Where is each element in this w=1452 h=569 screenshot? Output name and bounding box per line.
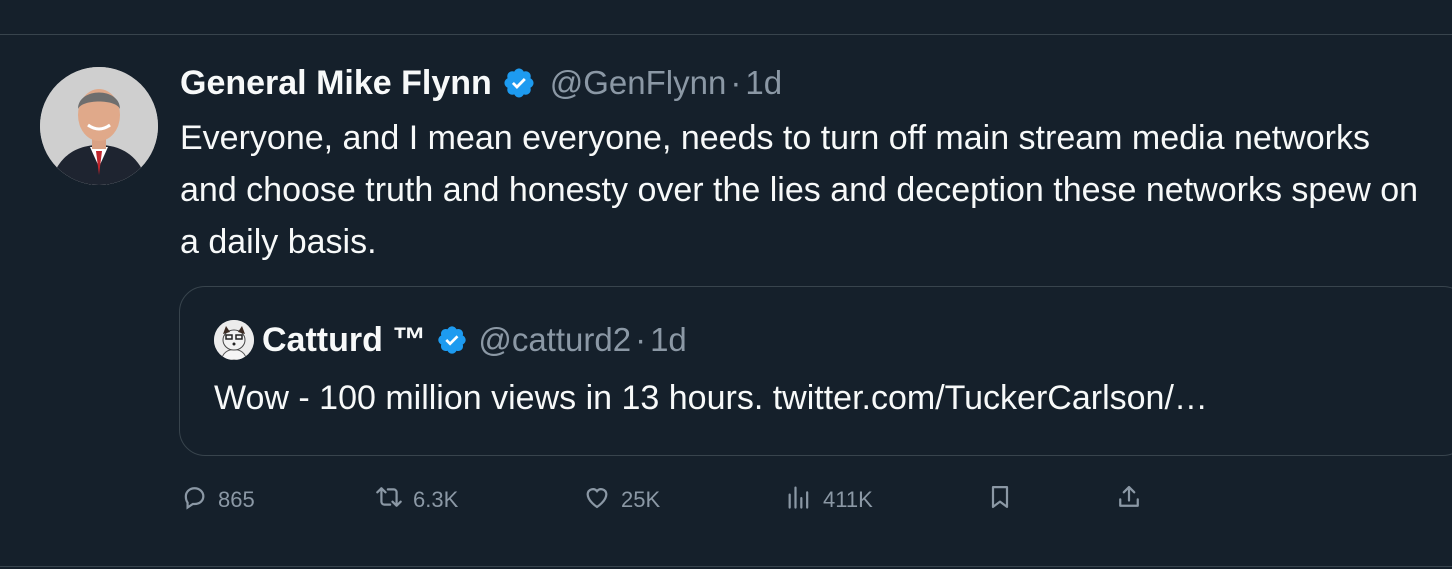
quoted-author-name[interactable]: Catturd ™ xyxy=(262,321,426,360)
quoted-tweet-timestamp[interactable]: 1d xyxy=(650,321,687,359)
tweet-actions: 865 6.3K 25K 411K xyxy=(180,478,1160,522)
tweet-text: Everyone, and I mean everyone, needs to … xyxy=(180,119,1419,261)
top-divider xyxy=(0,34,1452,35)
header-separator: · xyxy=(730,64,742,101)
views-button[interactable]: 411K xyxy=(785,478,873,522)
heart-icon xyxy=(583,483,621,517)
reply-button[interactable]: 865 xyxy=(180,478,255,522)
reply-icon xyxy=(180,483,218,517)
quoted-header-separator: · xyxy=(635,321,647,358)
retweet-count: 6.3K xyxy=(413,487,459,512)
quoted-author-avatar[interactable] xyxy=(214,320,254,360)
views-count: 411K xyxy=(823,487,873,512)
verified-badge-icon xyxy=(502,66,536,100)
author-avatar[interactable] xyxy=(40,67,158,185)
like-count: 25K xyxy=(621,487,661,512)
tweet-timestamp[interactable]: 1d xyxy=(745,64,782,102)
retweet-icon xyxy=(375,483,413,517)
tweet-header: General Mike Flynn @GenFlynn · 1d xyxy=(180,60,782,106)
like-button[interactable]: 25K xyxy=(583,478,660,522)
quoted-tweet[interactable]: Catturd ™ @catturd2 · 1d Wow - 100 milli… xyxy=(179,286,1452,456)
quoted-tweet-header: Catturd ™ @catturd2 · 1d xyxy=(214,317,687,363)
analytics-icon xyxy=(785,483,823,517)
share-icon xyxy=(1115,483,1153,517)
share-button[interactable] xyxy=(1115,478,1153,522)
quoted-tweet-text: Wow - 100 million views in 13 hours. twi… xyxy=(214,379,1208,417)
author-handle[interactable]: @GenFlynn xyxy=(550,64,727,102)
quoted-verified-badge-icon xyxy=(436,324,468,356)
retweet-button[interactable]: 6.3K xyxy=(375,478,458,522)
bottom-divider xyxy=(0,566,1452,567)
quoted-author-handle[interactable]: @catturd2 xyxy=(478,321,631,359)
bookmark-button[interactable] xyxy=(986,478,1024,522)
author-name[interactable]: General Mike Flynn xyxy=(180,64,492,103)
reply-count: 865 xyxy=(218,487,255,512)
bookmark-icon xyxy=(986,483,1024,517)
